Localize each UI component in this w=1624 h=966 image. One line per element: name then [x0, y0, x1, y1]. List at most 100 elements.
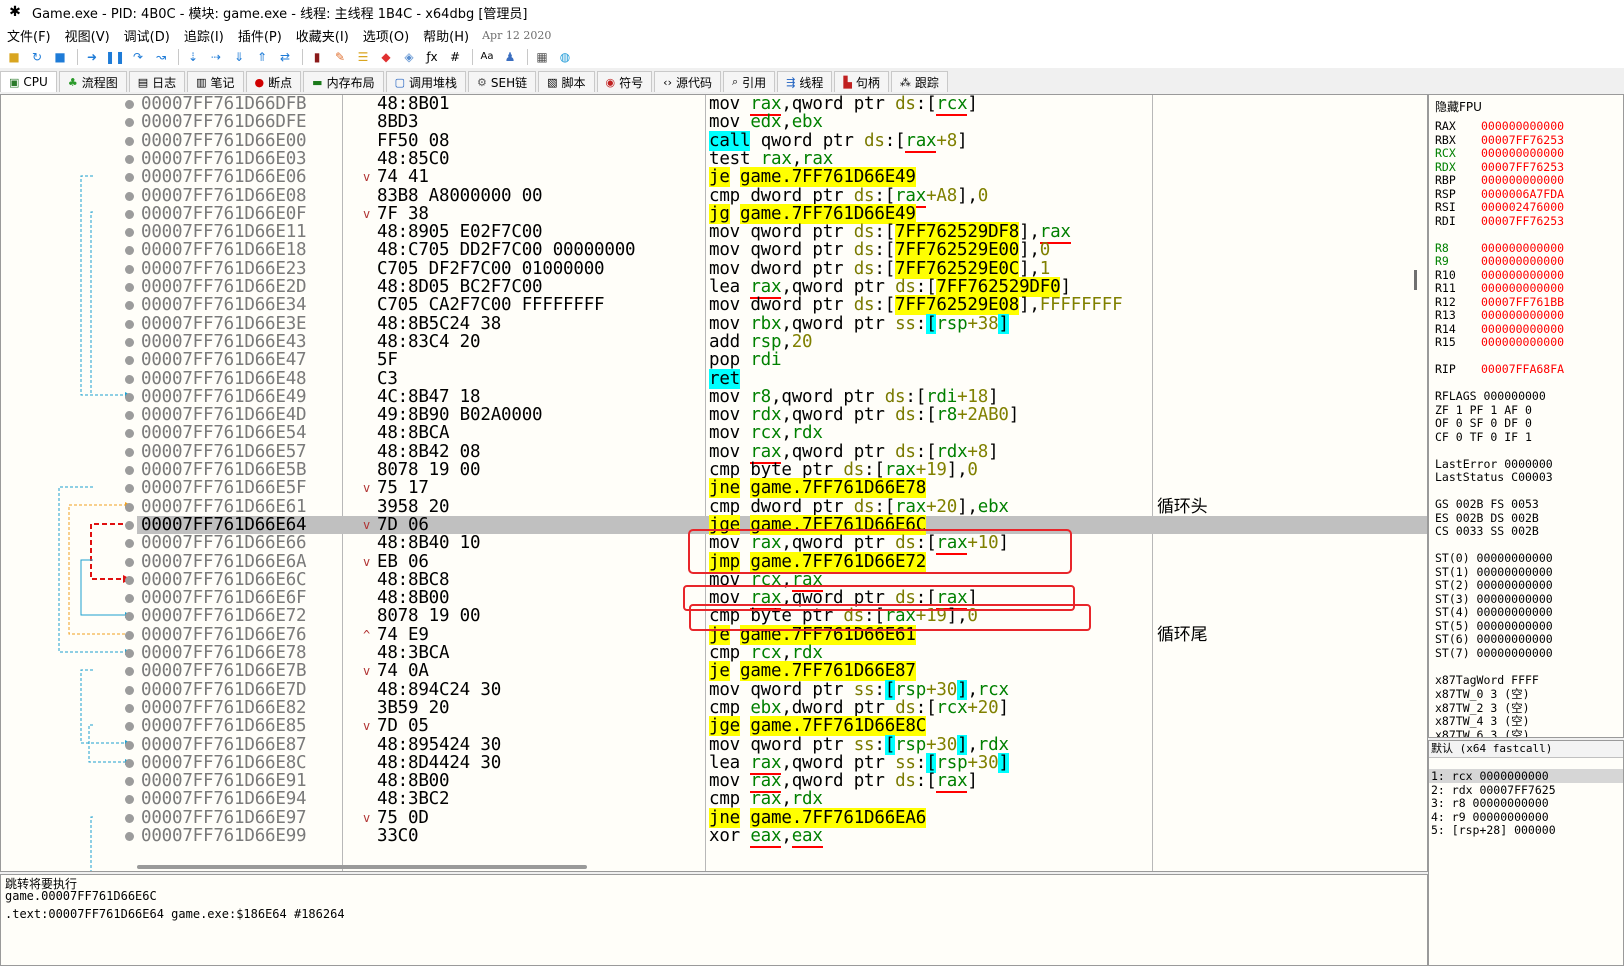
execute-till-return-icon[interactable]: ⇓	[229, 48, 249, 66]
register-row[interactable]: RFLAGS 000000000	[1435, 389, 1546, 403]
register-row[interactable]: ST(2) 00000000000	[1435, 578, 1553, 592]
menu-plugins[interactable]: 插件(P)	[231, 26, 289, 45]
register-value[interactable]: 000002476000	[1481, 200, 1564, 214]
register-value[interactable]: 000000000000	[1481, 335, 1564, 349]
breakpoint-dot[interactable]	[125, 685, 134, 695]
register-row[interactable]: R8 000000000000	[1435, 241, 1564, 255]
label-icon[interactable]: ◆	[376, 48, 396, 66]
register-row[interactable]: R12 00007FF761BB	[1435, 295, 1564, 309]
tab-references[interactable]: ⌕ 引用	[723, 71, 776, 92]
register-row[interactable]: ZF 1 PF 1 AF 0	[1435, 403, 1532, 417]
menu-debug[interactable]: 调试(D)	[117, 26, 177, 45]
register-row[interactable]: RCX 000000000000	[1435, 146, 1564, 160]
tab-graph[interactable]: ♣ 流程图	[58, 71, 127, 92]
register-row[interactable]: ST(3) 00000000000	[1435, 592, 1553, 606]
breakpoint-dot[interactable]	[125, 374, 134, 384]
comment-icon[interactable]: ☰	[353, 48, 373, 66]
user-icon[interactable]: ♟	[500, 48, 520, 66]
tab-trace[interactable]: ⁂ 跟踪	[890, 71, 948, 92]
tab-log[interactable]: ▤ 日志	[128, 71, 186, 92]
register-row[interactable]: RAX 000000000000	[1435, 119, 1564, 133]
register-row[interactable]: R14 000000000000	[1435, 322, 1564, 336]
argument-row[interactable]: 4: r9 00000000000	[1431, 810, 1549, 824]
tab-breakpoints[interactable]: ● 断点	[245, 71, 302, 92]
breakpoint-dot[interactable]	[125, 136, 134, 146]
menu-help[interactable]: 帮助(H)	[416, 26, 476, 45]
menu-file[interactable]: 文件(F)	[0, 26, 58, 45]
breakpoint-dot[interactable]	[125, 319, 134, 329]
trace-over-icon[interactable]: ⇢	[206, 48, 226, 66]
scylla-icon[interactable]: ▮	[307, 48, 327, 66]
register-row[interactable]: RBX 00007FF76253	[1435, 133, 1564, 147]
breakpoint-dot[interactable]	[125, 649, 134, 658]
function-icon[interactable]: ƒx	[422, 48, 442, 66]
tab-call-stack[interactable]: ▢ 调用堆栈	[385, 71, 467, 92]
stop-icon[interactable]: ■	[50, 48, 70, 66]
trace-into-icon[interactable]: ⇣	[183, 48, 203, 66]
breakpoint-dot[interactable]	[125, 100, 134, 109]
breakpoint-dot[interactable]	[125, 466, 134, 475]
register-value[interactable]: 000000000000	[1481, 173, 1564, 187]
register-row[interactable]: ST(0) 00000000000	[1435, 551, 1553, 565]
breakpoint-dot[interactable]	[125, 630, 134, 640]
breakpoint-dot[interactable]	[125, 557, 134, 567]
pause-icon[interactable]: ❚❚	[105, 48, 125, 66]
register-row[interactable]: RDX 00007FF76253	[1435, 160, 1564, 174]
register-value[interactable]: 000000000000	[1481, 268, 1564, 282]
register-value[interactable]: 00007FF761BB	[1481, 295, 1564, 309]
register-value[interactable]: 000000000000	[1481, 119, 1564, 133]
font-size-icon[interactable]: Aa	[477, 48, 497, 66]
breakpoint-dot[interactable]	[125, 283, 134, 292]
register-row[interactable]: ST(4) 00000000000	[1435, 605, 1553, 619]
register-row[interactable]: ES 002B DS 002B	[1435, 511, 1539, 525]
globe-icon[interactable]: ◍	[555, 48, 575, 66]
breakpoint-dot[interactable]	[125, 154, 134, 164]
register-value[interactable]: 000000000000	[1481, 308, 1564, 322]
breakpoint-dot[interactable]	[125, 209, 134, 219]
disassembly-listing[interactable]: 00007FF761D66DFB 48:8B01 mov rax,qword ptr…	[137, 95, 1427, 871]
breakpoint-dot[interactable]	[125, 337, 134, 347]
register-row[interactable]: LastError 0000000	[1435, 457, 1553, 471]
register-value[interactable]: 00007FF76253	[1481, 214, 1564, 228]
hide-fpu-button[interactable]: 隐藏FPU	[1435, 98, 1482, 115]
breakpoint-dot[interactable]	[125, 520, 134, 530]
register-row[interactable]: ST(7) 00000000000	[1435, 646, 1553, 660]
register-row[interactable]: ST(1) 00000000000	[1435, 565, 1553, 579]
breakpoint-dot[interactable]	[125, 832, 134, 841]
argument-row[interactable]: 3: r8 00000000000	[1431, 796, 1549, 810]
register-row[interactable]: OF 0 SF 0 DF 0	[1435, 416, 1532, 430]
menu-options[interactable]: 选项(O)	[356, 26, 416, 45]
tab-memory-map[interactable]: ▬ 内存布局	[303, 71, 384, 92]
register-row[interactable]: LastStatus C00003	[1435, 470, 1553, 484]
register-row[interactable]: GS 002B FS 0053	[1435, 497, 1539, 511]
register-row[interactable]: x87TW_6 3 (空)	[1435, 727, 1530, 738]
register-row[interactable]: R10 000000000000	[1435, 268, 1564, 282]
register-row[interactable]: CF 0 TF 0 IF 1	[1435, 430, 1532, 444]
run-icon[interactable]: ➜	[82, 48, 102, 66]
hash-icon[interactable]: #	[445, 48, 465, 66]
bookmark-icon[interactable]: ◈	[399, 48, 419, 66]
run-to-user-code-icon[interactable]: ⇑	[252, 48, 272, 66]
tab-notes[interactable]: ▥ 笔记	[187, 71, 244, 92]
register-row[interactable]: R15 000000000000	[1435, 335, 1564, 349]
register-row[interactable]: ST(6) 00000000000	[1435, 632, 1553, 646]
breakpoint-dot[interactable]	[125, 575, 134, 585]
breakpoint-dot[interactable]	[125, 740, 134, 750]
step-over-icon[interactable]: ↝	[151, 48, 171, 66]
arguments-pane[interactable]: 默认 (x64 fastcall) 1: rcx 0000000000 2: rd…	[1428, 740, 1624, 966]
register-row[interactable]: RSP 0000006A7FDA	[1435, 187, 1564, 201]
calling-convention-selector[interactable]: 默认 (x64 fastcall)	[1429, 741, 1623, 758]
open-folder-icon[interactable]: ■	[4, 48, 24, 66]
step-into-icon[interactable]: ↷	[128, 48, 148, 66]
horizontal-scrollbar[interactable]	[137, 865, 587, 869]
register-row[interactable]: RSI 000002476000	[1435, 200, 1564, 214]
menu-view[interactable]: 视图(V)	[58, 26, 117, 45]
breakpoint-dot[interactable]	[125, 758, 134, 768]
argument-row[interactable]: 1: rcx 0000000000	[1429, 769, 1623, 783]
register-pane[interactable]: 隐藏FPU RAX 000000000000 RBX 00007FF76253 RCX 0…	[1428, 94, 1624, 738]
register-row[interactable]: R11 000000000000	[1435, 281, 1564, 295]
patch-icon[interactable]: ✎	[330, 48, 350, 66]
tab-symbols[interactable]: ◉ 符号	[596, 71, 653, 92]
tab-source[interactable]: ‹› 源代码	[654, 71, 721, 92]
breakpoint-dot[interactable]	[125, 813, 134, 823]
